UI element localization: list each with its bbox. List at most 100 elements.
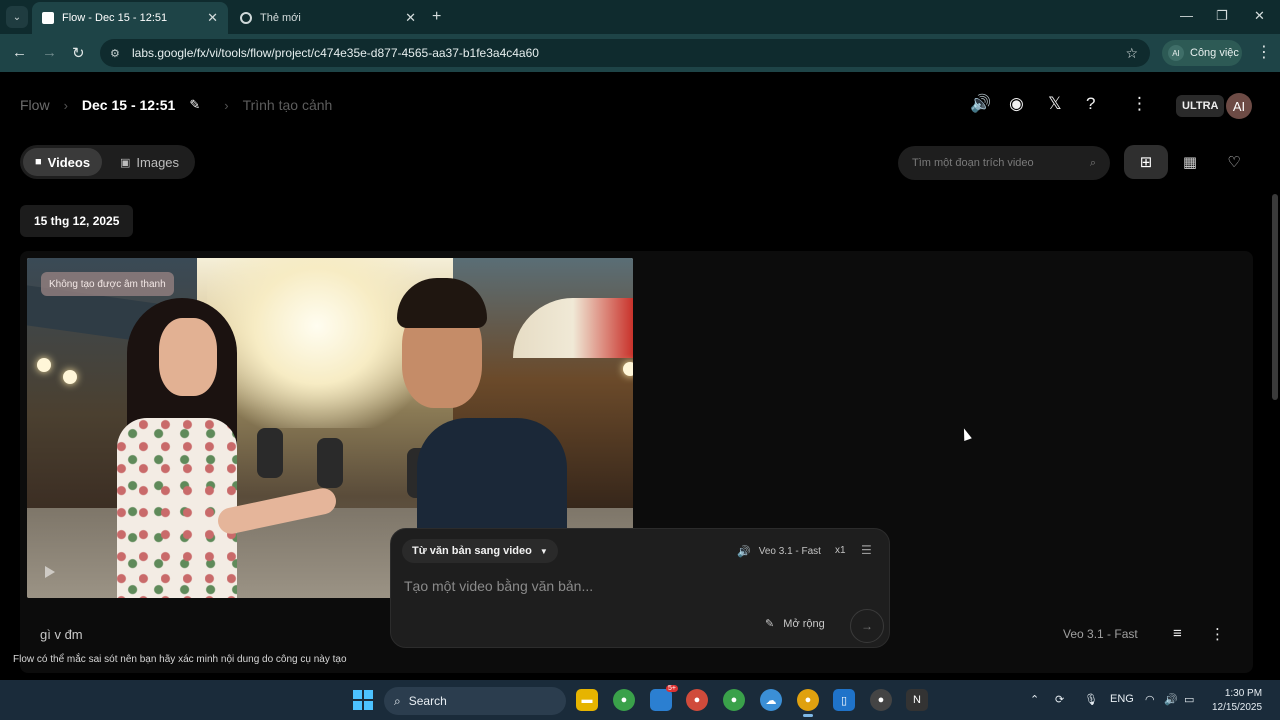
browser-tab-strip: ⌄ Flow - Dec 15 - 12:51 ✕ Thẻ mới ✕ + — … (0, 0, 1280, 34)
mail-badge: 5+ (666, 685, 678, 692)
prompt-input[interactable]: Tạo một video bằng văn bản... (404, 578, 593, 594)
chevron-right-icon: › (224, 97, 229, 113)
mail-app-icon[interactable]: 5+ (650, 685, 678, 711)
clip-search-input[interactable]: Tìm một đoạn trích video ⌕ (898, 146, 1110, 180)
tab-images[interactable]: ▣ Images (108, 148, 191, 176)
chrome-active-icon[interactable]: ● (797, 689, 819, 717)
site-info-icon[interactable]: ⚙ (110, 47, 122, 60)
crumb-scene-builder[interactable]: Trình tạo cảnh (243, 97, 333, 113)
clip-model-label: Veo 3.1 - Fast (1063, 627, 1138, 641)
chrome-alt-icon[interactable]: ● (870, 689, 892, 711)
speaker-icon: 🔊 (737, 546, 751, 558)
grid-large-icon[interactable]: ⊞ (1124, 145, 1168, 179)
flow-app: Flow › Dec 15 - 12:51 ✎ › Trình tạo cảnh… (0, 72, 1280, 680)
chevron-up-icon[interactable]: ⌃ (1030, 693, 1039, 706)
language-indicator[interactable]: ENG (1110, 693, 1134, 705)
microphone-icon[interactable]: 🎙 (1084, 693, 1098, 706)
browser-menu-icon[interactable]: ⋮ (1256, 42, 1272, 62)
tab-search-button[interactable]: ⌄ (6, 6, 28, 28)
send-button[interactable]: → (850, 609, 884, 643)
store-app-icon[interactable]: ▯ (833, 689, 855, 711)
profile-label: Công việc (1190, 47, 1239, 59)
taskbar-search[interactable]: ⌕ Search (384, 687, 566, 715)
woman-dress (117, 418, 237, 598)
expand-button[interactable]: ✎ Mở rộng (765, 617, 825, 630)
chrome-profile-icon[interactable]: ● (723, 689, 745, 711)
view-mode-switcher: ⊞ ▦ ♡ (1124, 145, 1260, 181)
audio-failed-badge: Không tạo được âm thanh (41, 272, 174, 296)
plan-badge: ULTRA (1176, 95, 1225, 117)
favorites-icon[interactable]: ♡ (1212, 145, 1256, 179)
crumb-flow[interactable]: Flow (20, 97, 50, 113)
cloud-app-icon[interactable]: ☁ (760, 689, 782, 711)
discord-icon[interactable]: ◉ (1009, 94, 1024, 114)
model-label: Veo 3.1 - Fast (758, 546, 821, 557)
output-count[interactable]: x1 (835, 545, 846, 556)
prompt-composer: Từ văn bản sang video ▼ 🔊 Veo 3.1 - Fast… (390, 528, 890, 648)
tab-flow[interactable]: Flow - Dec 15 - 12:51 ✕ (32, 2, 228, 34)
clock-date: 12/15/2025 (1212, 702, 1263, 713)
bookmark-star-icon[interactable]: ☆ (1125, 45, 1138, 62)
new-tab-button[interactable]: + (432, 8, 441, 26)
x-icon[interactable]: 𝕏 (1048, 94, 1062, 114)
volume-icon[interactable]: 🔊 (1164, 693, 1178, 706)
add-to-scene-icon[interactable]: ≡ (1173, 625, 1182, 642)
breadcrumb: Flow › Dec 15 - 12:51 ✎ › Trình tạo cảnh (20, 97, 332, 113)
minimize-icon[interactable]: — (1180, 8, 1193, 23)
model-selector[interactable]: 🔊 Veo 3.1 - Fast (737, 545, 821, 558)
clip-caption: gì v đm (40, 627, 83, 642)
tab-videos-label: Videos (47, 154, 91, 170)
woman-face (159, 318, 217, 396)
chrome-favicon-icon (240, 12, 252, 24)
help-icon[interactable]: ? (1086, 94, 1095, 114)
more-vert-icon[interactable]: ⋮ (1131, 94, 1148, 114)
lamp (63, 370, 77, 384)
expand-label: Mở rộng (783, 618, 825, 630)
forward-icon[interactable]: → (42, 44, 57, 61)
close-window-icon[interactable]: ✕ (1254, 8, 1265, 24)
close-tab-icon[interactable]: ✕ (207, 10, 218, 26)
magic-wand-icon: ✎ (765, 618, 775, 630)
tab-new[interactable]: Thẻ mới ✕ (230, 2, 426, 34)
file-explorer-icon[interactable]: ▬ (576, 689, 598, 711)
close-tab-icon[interactable]: ✕ (405, 10, 416, 26)
man-hair (397, 278, 487, 328)
restore-icon[interactable]: ❐ (1216, 8, 1228, 24)
browser-toolbar: ← → ↻ ⚙ labs.google/fx/vi/tools/flow/pro… (0, 34, 1280, 72)
tab-videos[interactable]: ■ Videos (23, 148, 103, 176)
tab-images-label: Images (136, 154, 180, 170)
search-placeholder: Tìm một đoạn trích video (912, 157, 1034, 169)
scrollbar[interactable] (1272, 194, 1278, 400)
clip-more-icon[interactable]: ⋮ (1210, 625, 1225, 643)
wifi-icon[interactable]: ◠ (1145, 693, 1155, 706)
chrome-app-icon[interactable]: ● (613, 689, 635, 711)
back-icon[interactable]: ← (12, 44, 27, 61)
battery-icon[interactable]: ▭ (1184, 693, 1194, 706)
taskbar-search-label: Search (408, 694, 447, 708)
windows-taskbar: ⌕ Search ▬ ● 5+ ● ● ☁ ● ▯ ● N ⌃ ⟳ 🎙 ENG … (0, 680, 1280, 720)
sync-icon[interactable]: ⟳ (1055, 693, 1064, 706)
crumb-project: Dec 15 - 12:51 (81, 97, 176, 113)
mode-label: Từ văn bản sang video (412, 545, 532, 557)
media-type-toggle: ■ Videos ▣ Images (20, 145, 195, 179)
profile-avatar: AI (1168, 45, 1184, 61)
image-icon: ▣ (120, 156, 131, 169)
grid-small-icon[interactable]: ▦ (1168, 145, 1212, 179)
volume-icon[interactable]: 🔊 (970, 94, 991, 114)
address-bar[interactable]: ⚙ labs.google/fx/vi/tools/flow/project/c… (100, 39, 1150, 67)
windows-start-icon[interactable] (353, 690, 373, 710)
chrome-profile-icon[interactable]: ● (686, 689, 708, 711)
lamp (623, 362, 633, 376)
search-icon: ⌕ (394, 693, 401, 708)
settings-sliders-icon[interactable]: ☰ (861, 543, 872, 557)
reload-icon[interactable]: ↻ (72, 44, 85, 62)
notion-icon[interactable]: N (906, 689, 928, 711)
edit-pencil-icon[interactable]: ✎ (189, 97, 200, 113)
clock[interactable]: 1:30 PM 12/15/2025 (1212, 687, 1262, 715)
avatar[interactable]: AI (1226, 93, 1252, 119)
motorbike (317, 438, 343, 488)
profile-chip[interactable]: AI Công việc (1162, 40, 1242, 66)
generation-mode-select[interactable]: Từ văn bản sang video ▼ (402, 539, 558, 563)
play-icon (45, 566, 55, 578)
chevron-right-icon: › (63, 97, 68, 113)
